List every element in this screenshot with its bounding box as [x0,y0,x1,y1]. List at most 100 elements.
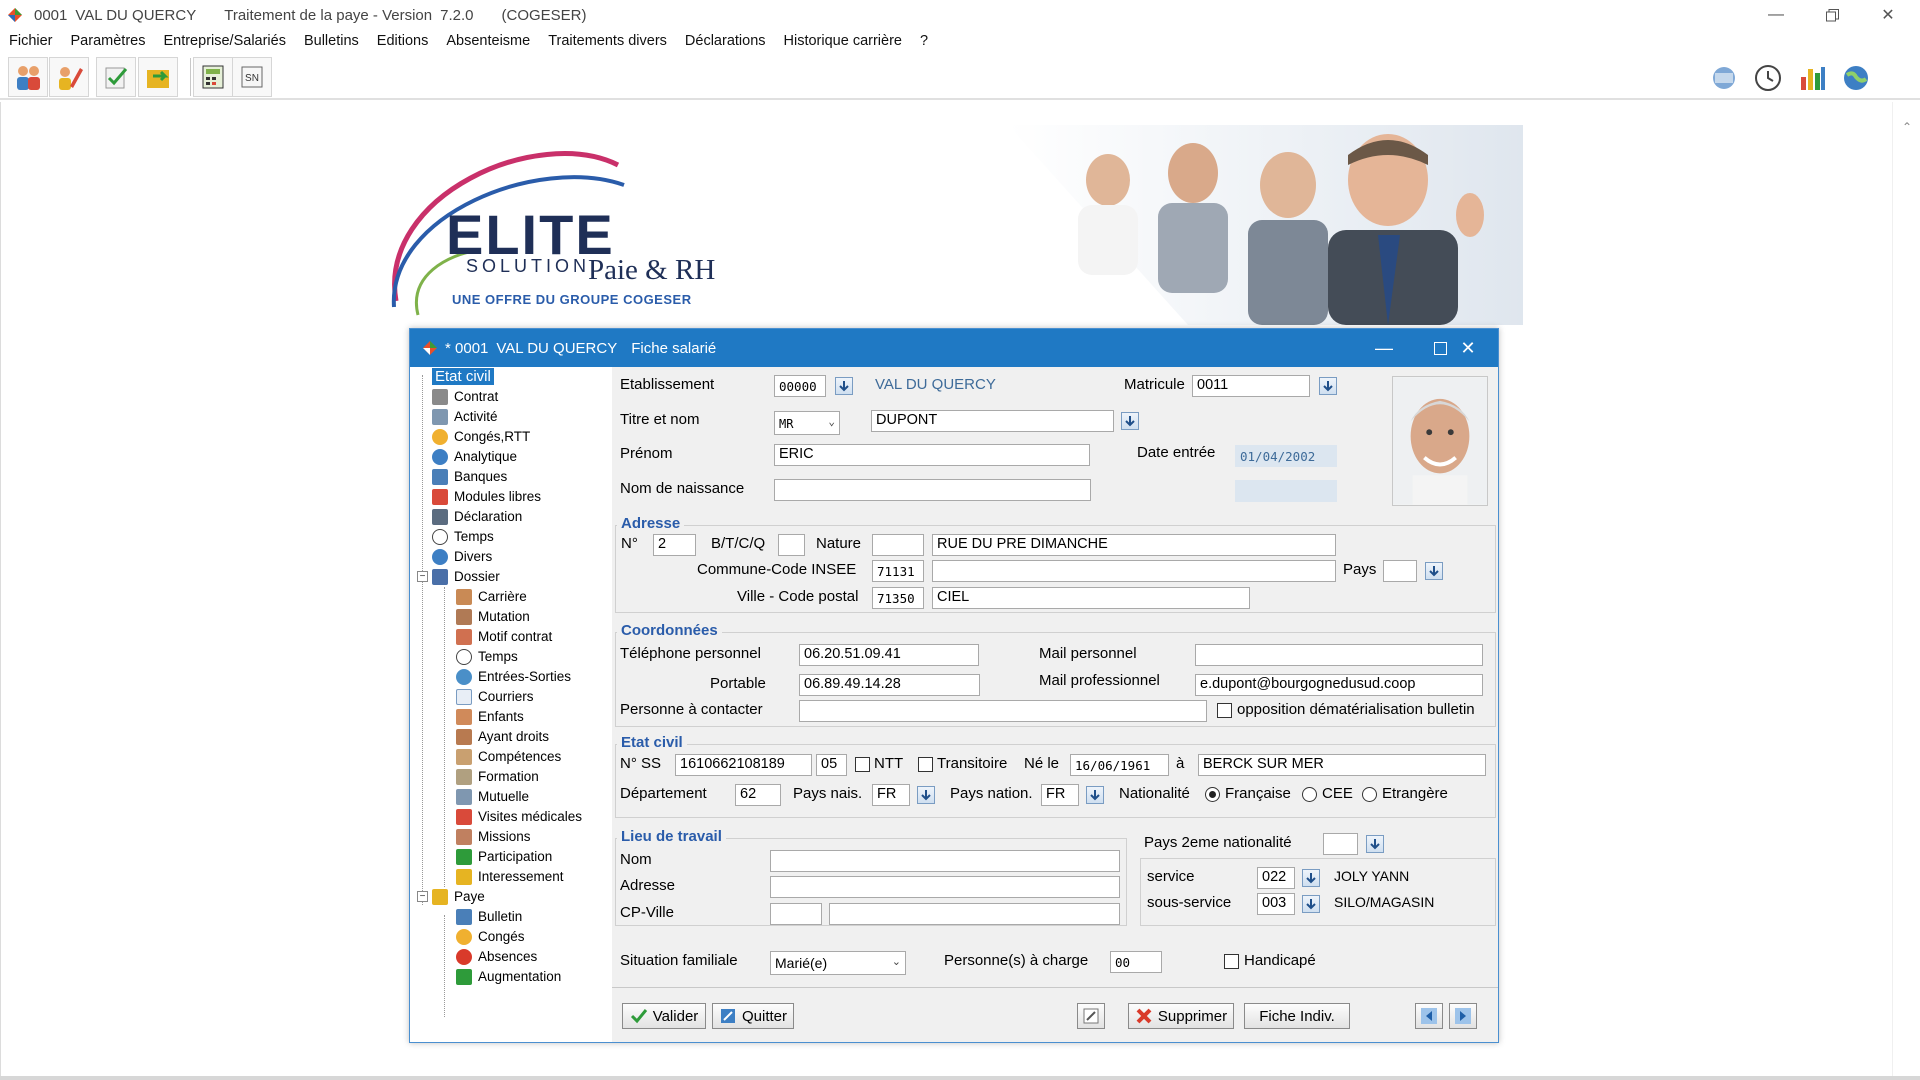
titre-select[interactable]: MR ⌄ [774,411,840,435]
tree-item-entrees-sorties[interactable]: Entrées-Sorties [456,667,571,686]
close-window-button[interactable]: ✕ [1860,0,1916,30]
tree-item-participation[interactable]: Participation [456,847,552,866]
pays-naissance-lookup-button[interactable] [917,786,935,804]
restore-button[interactable] [1804,0,1860,30]
toolbar-calc-button[interactable] [193,57,233,97]
pays-field[interactable] [1383,560,1417,582]
lieu-nom-field[interactable] [770,850,1120,872]
scroll-up-icon[interactable]: ⌃ [1902,120,1912,134]
personne-contacter-field[interactable] [799,700,1207,722]
service-lookup-button[interactable] [1302,869,1320,887]
prenom-field[interactable]: ERIC [774,444,1090,466]
sous-service-lookup-button[interactable] [1302,895,1320,913]
tree-item-motif-contrat[interactable]: Motif contrat [456,627,552,646]
nationalite-etrangere-radio[interactable] [1362,787,1377,802]
tree-item-interessement[interactable]: Interessement [456,867,564,886]
next-record-button[interactable] [1449,1003,1477,1029]
matricule-field[interactable]: 0011 [1192,375,1310,397]
edit-button[interactable] [1077,1003,1105,1029]
opposition-checkbox[interactable] [1217,703,1232,718]
tree-item-activite[interactable]: Activité [432,407,498,426]
etablissement-code-field[interactable]: 00000 [774,375,826,397]
departement-field[interactable]: 62 [735,784,781,806]
service-code-field[interactable]: 022 [1257,867,1295,889]
tree-item-competences[interactable]: Compétences [456,747,561,766]
toolbar-clock-button[interactable] [1752,62,1784,94]
handicape-checkbox[interactable] [1224,954,1239,969]
lieu-naissance-field[interactable]: BERCK SUR MER [1198,754,1486,776]
pays-nation-field[interactable]: FR [1041,784,1079,806]
tree-item-formation[interactable]: Formation [456,767,539,786]
pays2-lookup-button[interactable] [1366,835,1384,853]
pays-lookup-button[interactable] [1425,562,1443,580]
rue-field[interactable]: RUE DU PRE DIMANCHE [932,534,1336,556]
fiche-indiv-button[interactable]: Fiche Indiv. [1244,1003,1350,1029]
nom-lookup-button[interactable] [1121,412,1139,430]
menu-parametres[interactable]: Paramètres [71,33,146,49]
previous-record-button[interactable] [1415,1003,1443,1029]
personnes-charge-field[interactable]: 00 [1110,951,1162,973]
tree-item-analytique[interactable]: Analytique [432,447,517,466]
dialog-minimize-button[interactable]: — [1356,329,1412,367]
situation-familiale-select[interactable]: Marié(e) ⌄ [770,951,906,975]
tree-item-conges-rtt[interactable]: Congés,RTT [432,427,530,446]
menu-declarations[interactable]: Déclarations [685,33,766,49]
menu-traitements-divers[interactable]: Traitements divers [548,33,667,49]
toolbar-validate-button[interactable] [96,57,136,97]
nom-field[interactable]: DUPONT [871,410,1114,432]
tree-item-courriers[interactable]: Courriers [456,687,534,706]
tree-item-absences[interactable]: Absences [456,947,537,966]
tree-item-divers[interactable]: Divers [432,547,492,566]
tree-item-paye-conges[interactable]: Congés [456,927,525,946]
tree-item-mutuelle[interactable]: Mutuelle [456,787,529,806]
pays2-nationalite-field[interactable] [1323,833,1358,855]
menu-help[interactable]: ? [920,33,928,49]
toolbar-network-button[interactable] [1708,62,1740,94]
minimize-button[interactable]: — [1748,0,1804,30]
lieu-ville-field[interactable] [829,903,1120,925]
menu-fichier[interactable]: Fichier [9,33,53,49]
lieu-adresse-field[interactable] [770,876,1120,898]
transitoire-checkbox[interactable] [918,757,933,772]
tree-item-visites-medicales[interactable]: Visites médicales [456,807,582,826]
toolbar-salaries-button[interactable] [8,57,48,97]
tree-item-missions[interactable]: Missions [456,827,531,846]
menu-editions[interactable]: Editions [377,33,429,49]
menu-entreprise-salaries[interactable]: Entreprise/Salariés [163,33,286,49]
mail-perso-field[interactable] [1195,644,1483,666]
menu-bulletins[interactable]: Bulletins [304,33,359,49]
tree-item-enfants[interactable]: Enfants [456,707,524,726]
tree-item-mutation[interactable]: Mutation [456,607,530,626]
pays-nation-lookup-button[interactable] [1086,786,1104,804]
code-postal-field[interactable]: 71350 [872,587,924,609]
mail-pro-field[interactable]: e.dupont@bourgognedusud.coop [1195,674,1483,696]
tree-item-augmentation[interactable]: Augmentation [456,967,561,986]
tree-item-carriere[interactable]: Carrière [456,587,527,606]
quitter-button[interactable]: Quitter [712,1003,794,1029]
commune-field[interactable] [932,560,1336,582]
date-naissance-field[interactable]: 16/06/1961 [1070,754,1169,776]
tree-item-modules-libres[interactable]: Modules libres [432,487,541,506]
nom-naissance-field[interactable] [774,479,1091,501]
tree-item-declaration[interactable]: Déclaration [432,507,522,526]
portable-field[interactable]: 06.89.49.14.28 [799,674,980,696]
vertical-scrollbar[interactable] [1892,102,1920,1080]
tree-item-dossier-temps[interactable]: Temps [456,647,518,666]
toolbar-transfer-button[interactable] [138,57,178,97]
toolbar-dsn-button[interactable]: SN [232,57,272,97]
tree-item-banques[interactable]: Banques [432,467,507,486]
matricule-lookup-button[interactable] [1319,377,1337,395]
valider-button[interactable]: Valider [622,1003,706,1029]
telephone-field[interactable]: 06.20.51.09.41 [799,644,979,666]
pays-naissance-field[interactable]: FR [872,784,910,806]
tree-item-paye[interactable]: Paye [432,887,485,906]
btcq-field[interactable] [778,534,805,556]
ville-field[interactable]: CIEL [932,587,1250,609]
nature-field[interactable] [872,534,924,556]
toolbar-edit-button[interactable] [49,57,89,97]
supprimer-button[interactable]: Supprimer [1128,1003,1234,1029]
menu-historique-carriere[interactable]: Historique carrière [784,33,902,49]
sous-service-code-field[interactable]: 003 [1257,893,1295,915]
lieu-cp-field[interactable] [770,903,822,925]
dialog-titlebar[interactable]: * 0001 VAL DU QUERCY Fiche salarié — ✕ [410,329,1498,367]
